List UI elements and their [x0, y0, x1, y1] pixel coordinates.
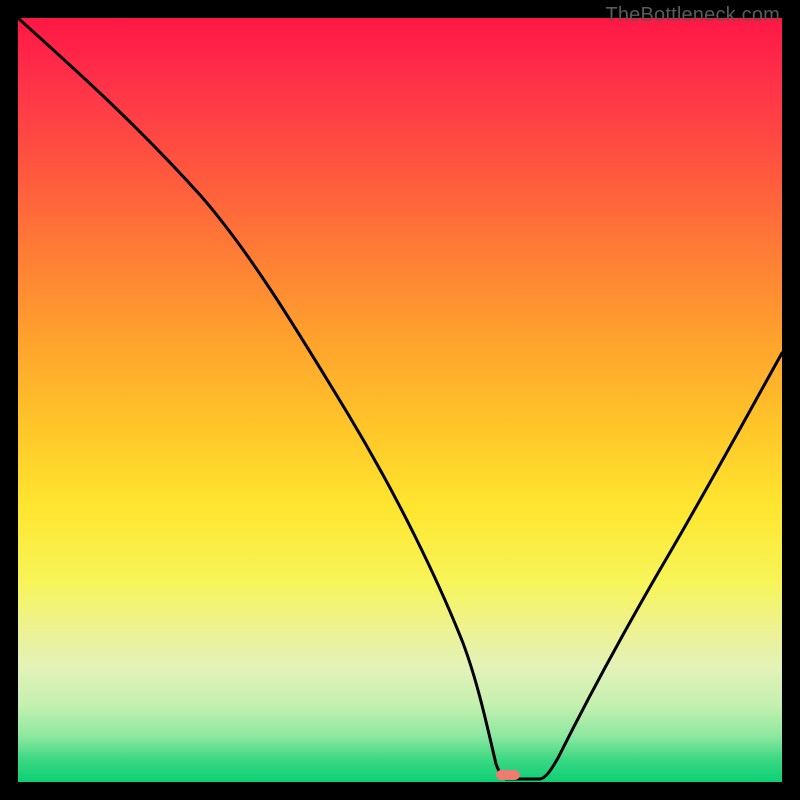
watermark-text: TheBottleneck.com: [605, 4, 780, 27]
optimal-marker: [496, 770, 520, 780]
chart-frame: TheBottleneck.com: [0, 0, 800, 800]
plot-area: [18, 18, 782, 782]
